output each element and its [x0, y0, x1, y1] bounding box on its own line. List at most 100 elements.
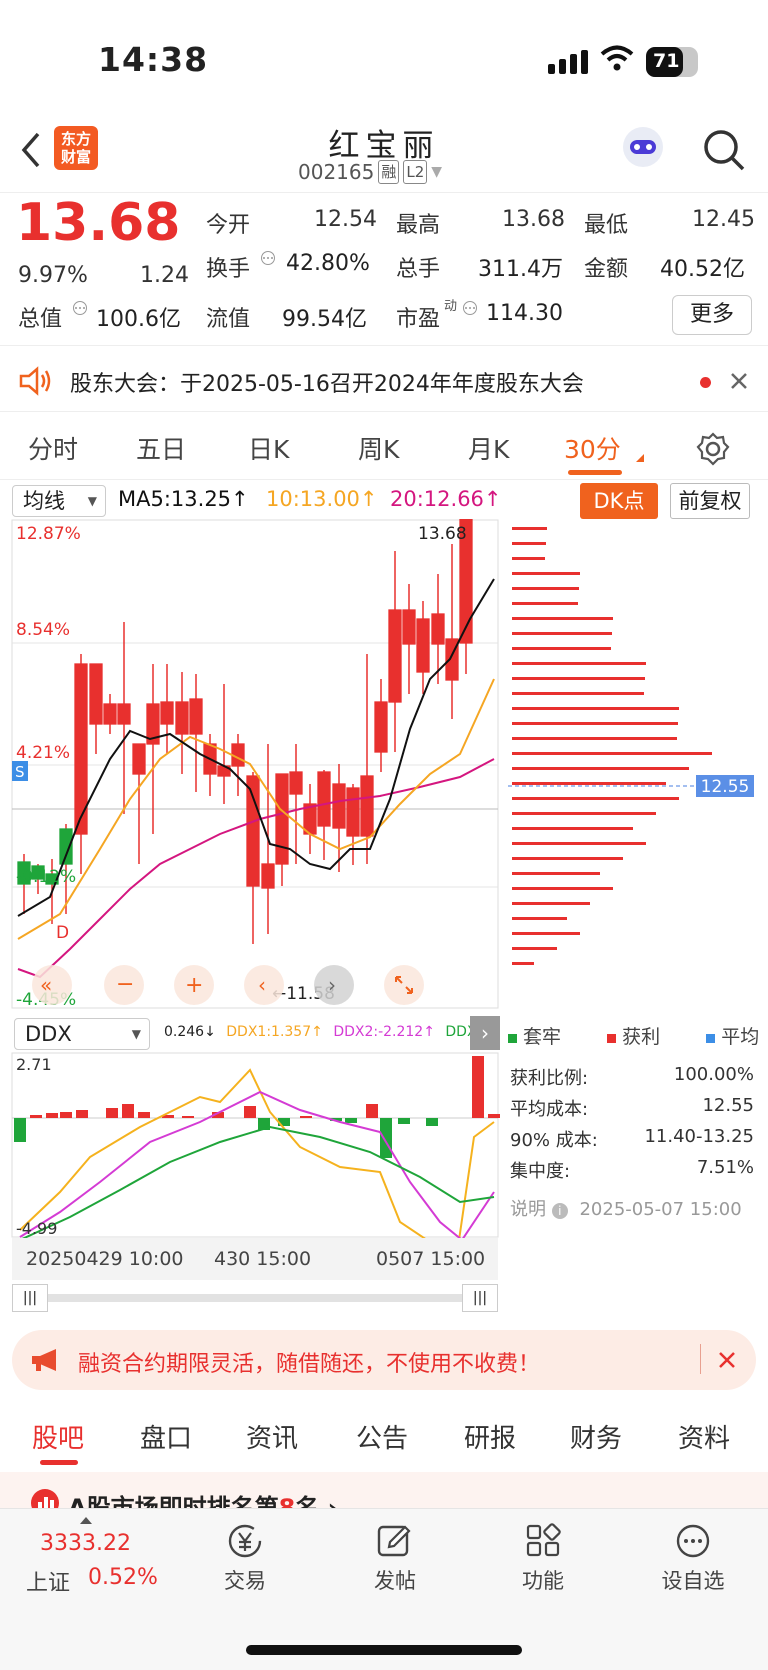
fullscreen-button[interactable] [384, 965, 424, 1005]
bar-chart-icon [31, 1489, 59, 1508]
kline-chart[interactable]: 12.55 12.87% 8.54% 4.21% -0.12% -4.45% 1… [0, 519, 768, 1009]
candle-body [117, 703, 131, 725]
level2-tag: L2 [403, 160, 428, 184]
more-button[interactable]: 更多 [672, 295, 752, 335]
ddx-bar [345, 1118, 357, 1123]
trapped-swatch [508, 1034, 517, 1043]
time-label-start: 20250429 10:00 [26, 1248, 184, 1270]
ddx-bar [122, 1104, 134, 1118]
battery-icon: 71 [646, 47, 698, 77]
candle-body [374, 701, 388, 753]
tab-profile[interactable]: 资料 [678, 1418, 730, 1455]
avg-cost-value: 12.55 [702, 1095, 754, 1116]
nav-functions[interactable]: 功能 [498, 1523, 588, 1595]
close-icon[interactable] [718, 1351, 736, 1369]
legend-trapped: 套牢 [523, 1026, 562, 1048]
tab-weekly[interactable]: 周K [358, 430, 399, 466]
chip-bar [512, 692, 644, 695]
nav-trade-label: 交易 [224, 1569, 266, 1593]
turnover-value: 42.80% [286, 251, 370, 276]
chip-note[interactable]: 说明 i 2025-05-07 15:00 [510, 1195, 742, 1221]
nav-trade[interactable]: 交易 [200, 1523, 290, 1595]
status-bar: 14:38 71 [0, 0, 768, 120]
candle-body [317, 771, 331, 827]
ma5-value: MA5:13.25↑ [118, 487, 249, 511]
indicator-select[interactable]: 均线 ▼ [12, 485, 106, 517]
svg-text:›: › [328, 973, 336, 997]
chip-bar [512, 857, 623, 860]
indicator-header: 均线 ▼ MA5:13.25↑ 10:13.00↑ 20:12.66↑ DK点 前… [0, 483, 768, 519]
index-change[interactable]: 0.52% [88, 1565, 158, 1590]
ddx-bar [398, 1118, 410, 1124]
forward-adjust-button[interactable]: 前复权 [670, 483, 750, 519]
ddx-bar [488, 1114, 500, 1118]
tab-financials[interactable]: 财务 [570, 1418, 622, 1455]
nav-watchlist-label: 设自选 [661, 1569, 725, 1593]
stock-code-row[interactable]: 002165 融 L2 ▼ [298, 160, 442, 184]
chip-bar [512, 947, 557, 950]
chip-bar [512, 587, 579, 590]
ddx-bar [106, 1108, 118, 1118]
promo-text: 融资合约期限灵活，随借随还，不使用不收费！ [78, 1352, 541, 1377]
nav-post[interactable]: 发帖 [350, 1523, 440, 1595]
robot-assistant-icon[interactable] [620, 124, 666, 170]
pe-value: 114.30 [486, 301, 563, 326]
dk-point-button[interactable]: DK点 [580, 483, 658, 519]
ddx-max-label: 2.71 [16, 1055, 52, 1074]
tab-research[interactable]: 研报 [464, 1418, 516, 1455]
nav-functions-label: 功能 [522, 1569, 564, 1593]
settings-gear-icon[interactable] [696, 432, 730, 466]
pct-label-3: 4.21% [16, 743, 70, 763]
range-handle-right[interactable]: ||| [462, 1284, 498, 1312]
period-tabs: 分时 五日 日K 周K 月K 30分 [0, 418, 768, 480]
candle-body [261, 863, 275, 889]
close-icon[interactable] [730, 372, 748, 390]
legend-average: 平均 [721, 1026, 760, 1048]
average-swatch [706, 1034, 716, 1043]
tab-orderbook[interactable]: 盘口 [140, 1418, 192, 1455]
pe-dynamic-mark: 动 [444, 299, 458, 314]
margin-tag: 融 [378, 160, 400, 184]
stock-header: 东方 财富 红宝丽 002165 融 L2 ▼ [0, 120, 768, 192]
chip-bar [512, 557, 545, 560]
pe-label: 市盈 [396, 307, 441, 332]
tab-announcements[interactable]: 公告 [356, 1418, 408, 1455]
rank-strip[interactable]: A股市场即时排名第8名 › [0, 1472, 768, 1508]
info-dots-icon[interactable] [258, 251, 278, 265]
info-dots-icon[interactable] [460, 301, 480, 315]
chip-bar [512, 917, 567, 920]
range-slider[interactable]: ||| ||| [12, 1284, 498, 1312]
tab-news[interactable]: 资讯 [246, 1418, 298, 1455]
market-cap: 100.6亿 [96, 307, 181, 332]
chip-bar [512, 662, 646, 665]
candle-body [189, 698, 203, 735]
tab-intraday[interactable]: 分时 [28, 430, 78, 466]
content-tabs: 股吧 盘口 资讯 公告 研报 财务 资料 [0, 1404, 768, 1470]
ddx-bar [138, 1112, 150, 1118]
chip-bar [512, 737, 677, 740]
ddx-select[interactable]: DDX ▼ [14, 1018, 150, 1050]
high-label: 最高 [396, 213, 441, 238]
tab-daily[interactable]: 日K [248, 430, 289, 466]
ddx-chart[interactable]: 2.71 -4.99 [0, 1052, 500, 1238]
info-dots-icon[interactable] [70, 301, 90, 315]
tab-guba[interactable]: 股吧 [32, 1418, 84, 1455]
tab-30min[interactable]: 30分 [564, 430, 621, 466]
search-icon[interactable] [702, 128, 746, 172]
index-value[interactable]: 3333.22 [40, 1531, 131, 1556]
expand-caret-icon[interactable] [80, 1517, 92, 1524]
range-handle-left[interactable]: ||| [12, 1284, 48, 1312]
ddx-bar [244, 1106, 256, 1118]
index-name[interactable]: 上证 [26, 1565, 70, 1597]
info-icon: i [551, 1203, 568, 1219]
nav-watchlist[interactable]: 设自选 [648, 1523, 738, 1595]
promo-banner[interactable]: 融资合约期限灵活，随借随还，不使用不收费！ [12, 1330, 756, 1390]
ddx-bar [472, 1056, 484, 1118]
tab-5day[interactable]: 五日 [136, 430, 186, 466]
expand-panel-button[interactable]: › [470, 1016, 500, 1050]
cost90-value: 11.40-13.25 [644, 1126, 754, 1147]
tab-monthly[interactable]: 月K [468, 430, 509, 466]
candle-body [160, 701, 174, 725]
notice-bar[interactable]: 股东大会：于2025-05-16召开2024年年度股东大会 [0, 352, 768, 412]
candle-body [175, 701, 189, 735]
